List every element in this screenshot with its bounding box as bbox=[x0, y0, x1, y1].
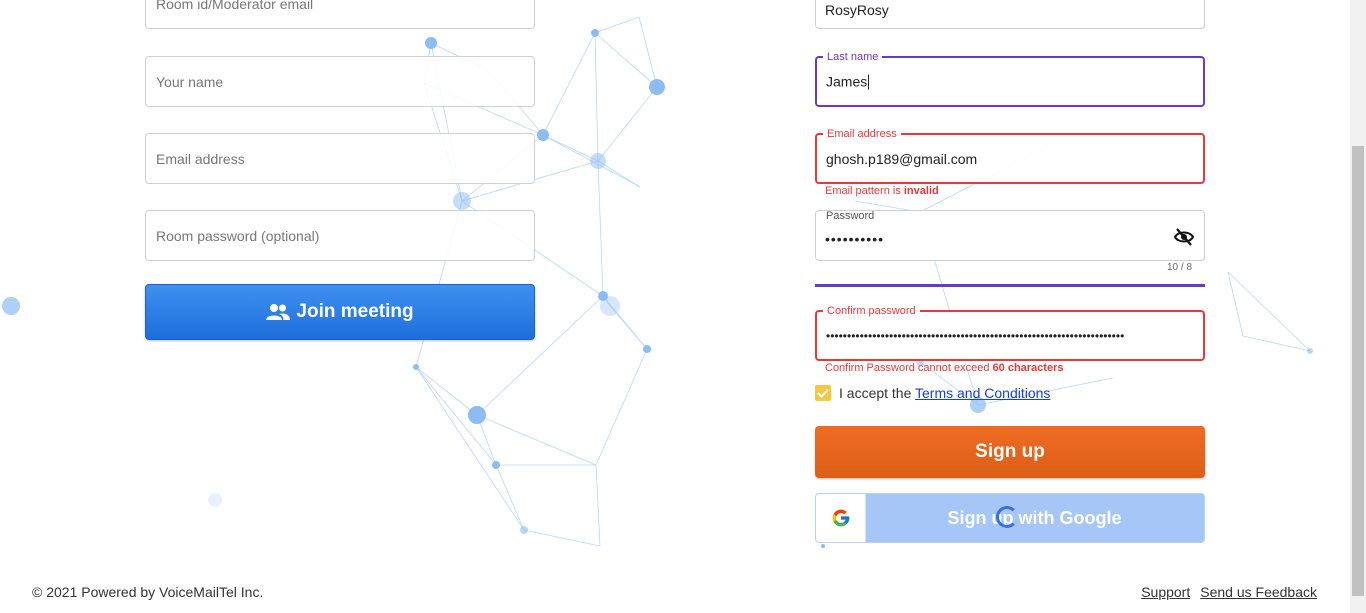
signup-email-input[interactable]: Email address ghosh.p189@gmail.com bbox=[815, 127, 1205, 184]
terms-link[interactable]: Terms and Conditions bbox=[915, 385, 1050, 401]
confirm-password-error: Confirm Password cannot exceed 60 charac… bbox=[825, 362, 1063, 374]
footer-links: Support Send us Feedback bbox=[1141, 584, 1317, 600]
first-name-value: RosyRosy bbox=[825, 2, 889, 18]
room-password-input[interactable]: Room password (optional) bbox=[145, 210, 535, 261]
first-name-input[interactable]: RosyRosy bbox=[815, 0, 1205, 29]
google-signup-label: Sign up with Google bbox=[947, 507, 1122, 528]
google-logo-box bbox=[816, 494, 866, 542]
google-g-icon bbox=[832, 509, 849, 527]
room-id-input[interactable]: Room id/Moderator email bbox=[145, 0, 535, 29]
loading-spinner-icon bbox=[996, 506, 1018, 528]
confirm-password-error-bold: 60 characters bbox=[992, 362, 1064, 374]
terms-text: I accept the Terms and Conditions bbox=[839, 385, 1050, 401]
confirm-password-error-text: Confirm Password cannot exceed bbox=[825, 362, 993, 374]
room-id-placeholder: Room id/Moderator email bbox=[156, 0, 314, 12]
signup-button[interactable]: Sign up bbox=[815, 426, 1205, 478]
signup-button-label: Sign up bbox=[975, 441, 1045, 462]
email-error-text: Email pattern is bbox=[825, 185, 904, 197]
room-password-placeholder: Room password (optional) bbox=[156, 227, 320, 244]
password-label: Password bbox=[826, 210, 875, 222]
page-scrollbar[interactable] bbox=[1350, 0, 1366, 613]
join-meeting-button[interactable]: Join meeting bbox=[145, 284, 535, 340]
password-counter: 10 / 8 bbox=[1167, 262, 1193, 273]
last-name-input[interactable]: Last name James bbox=[815, 50, 1205, 107]
support-link[interactable]: Support bbox=[1141, 584, 1190, 600]
email-error-bold: invalid bbox=[903, 185, 939, 197]
password-underline bbox=[815, 284, 1205, 287]
last-name-value-wrap: James bbox=[826, 73, 870, 90]
signup-email-value: ghosh.p189@gmail.com bbox=[826, 150, 978, 167]
eye-off-icon[interactable] bbox=[1174, 228, 1194, 246]
join-email-placeholder: Email address bbox=[156, 150, 245, 167]
confirm-password-input[interactable]: Confirm password •••••••••••••••••••••••… bbox=[815, 304, 1205, 361]
people-icon bbox=[266, 304, 291, 320]
terms-row: I accept the Terms and Conditions bbox=[815, 385, 1050, 401]
your-name-input[interactable]: Your name bbox=[145, 56, 535, 107]
confirm-password-label: Confirm password bbox=[823, 304, 920, 318]
last-name-label: Last name bbox=[823, 50, 883, 64]
last-name-value: James bbox=[826, 73, 868, 90]
scrollbar-thumb[interactable] bbox=[1352, 146, 1364, 596]
email-error: Email pattern is invalid bbox=[825, 185, 939, 197]
checkmark-icon bbox=[817, 388, 829, 398]
your-name-placeholder: Your name bbox=[156, 73, 224, 90]
join-email-input[interactable]: Email address bbox=[145, 133, 535, 184]
terms-prefix: I accept the bbox=[839, 385, 916, 401]
feedback-link[interactable]: Send us Feedback bbox=[1200, 584, 1317, 600]
signup-email-label: Email address bbox=[823, 127, 901, 141]
password-value: •••••••••• bbox=[825, 231, 885, 247]
terms-checkbox[interactable] bbox=[815, 385, 831, 401]
text-caret bbox=[868, 74, 870, 90]
confirm-password-value: ••••••••••••••••••••••••••••••••••••••••… bbox=[826, 328, 1125, 343]
password-input[interactable]: Password •••••••••• bbox=[815, 210, 1205, 261]
copyright: © 2021 Powered by VoiceMailTel Inc. bbox=[32, 584, 264, 600]
join-meeting-label: Join meeting bbox=[296, 301, 414, 322]
